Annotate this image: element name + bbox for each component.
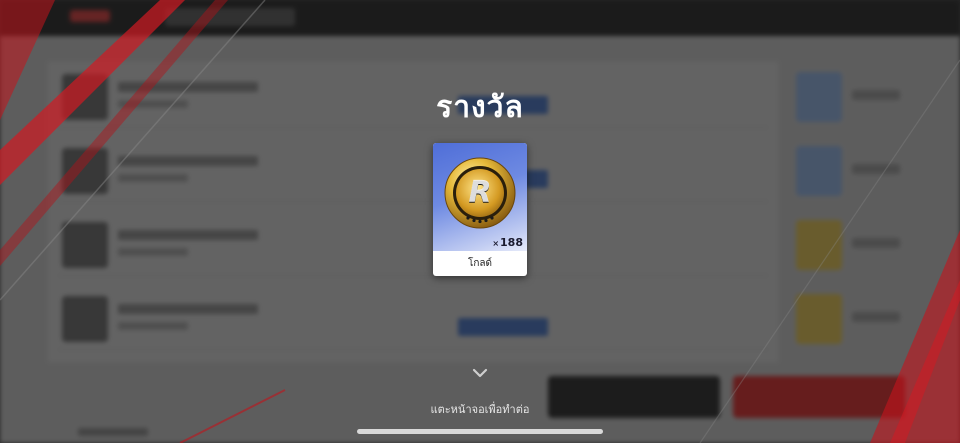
tap-to-continue-hint: แตะหน้าจอเพื่อทำต่อ bbox=[430, 403, 530, 416]
reward-title: รางวัล bbox=[436, 90, 524, 125]
home-indicator[interactable] bbox=[357, 429, 603, 434]
reward-card[interactable]: R R ×188 โกลด์ bbox=[433, 143, 527, 276]
reward-quantity: ×188 bbox=[492, 236, 523, 249]
gold-coin-icon: R R bbox=[444, 157, 516, 229]
reward-art: R R ×188 bbox=[433, 143, 527, 251]
chevron-down-icon bbox=[472, 368, 488, 378]
reward-name: โกลด์ bbox=[467, 258, 493, 269]
svg-text:R: R bbox=[468, 175, 491, 210]
